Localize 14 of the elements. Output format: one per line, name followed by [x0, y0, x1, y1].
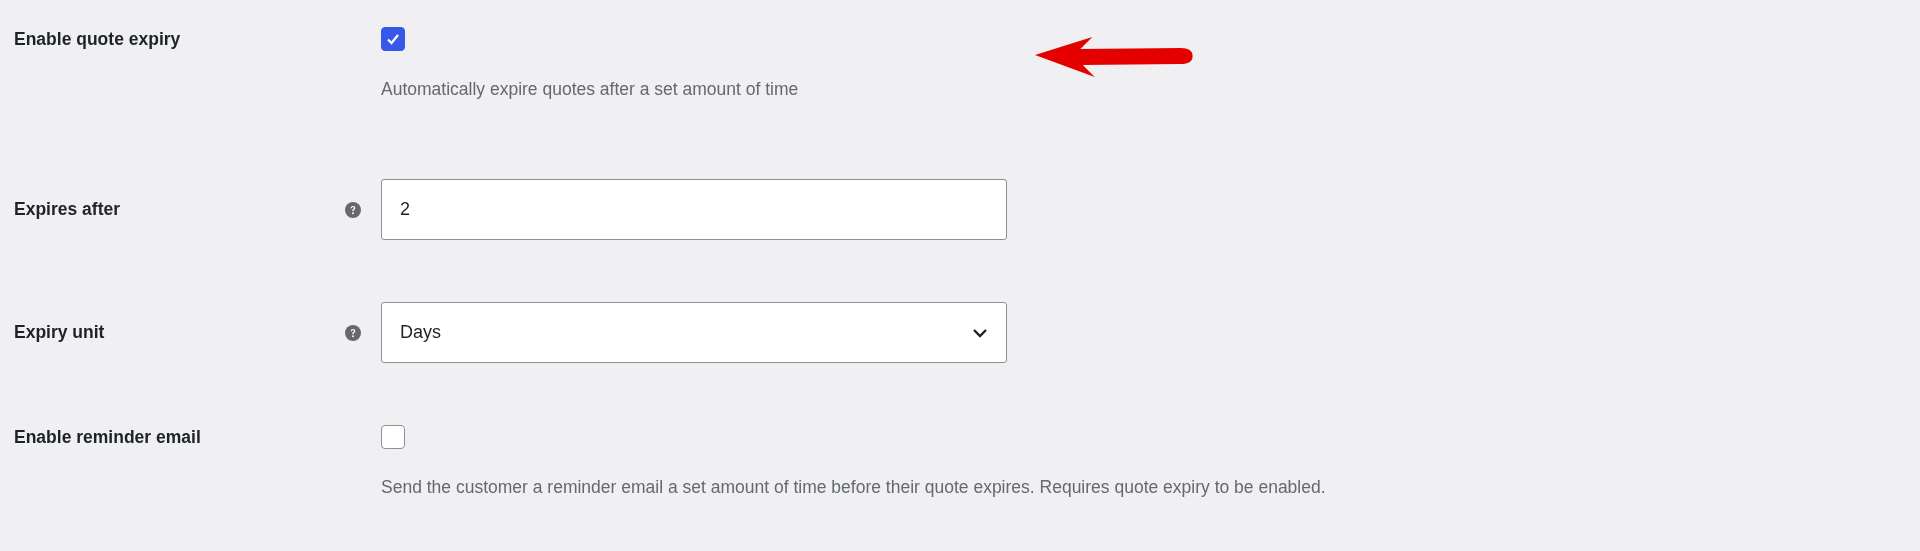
checkbox[interactable] [381, 27, 405, 51]
chevron-down-icon [972, 327, 988, 338]
help-icon[interactable] [345, 201, 361, 218]
input-field[interactable]: 2 [381, 179, 1007, 240]
field-label: Enable quote expiry [14, 28, 181, 50]
checkbox[interactable] [381, 425, 405, 449]
field-label: Expiry unit [14, 322, 105, 343]
select-dropdown[interactable]: Days [381, 302, 1007, 363]
help-icon[interactable] [345, 324, 361, 341]
field-label: Expires after [14, 199, 121, 220]
field-description: Send the customer a reminder email a set amount of time before their quote expires. Requires quote expiry to be enabled. [381, 477, 1326, 498]
field-description: Automatically expire quotes after a set amount of time [381, 79, 799, 100]
field-label: Enable reminder email [14, 426, 201, 448]
arrow-annotation-icon [1035, 35, 1195, 79]
